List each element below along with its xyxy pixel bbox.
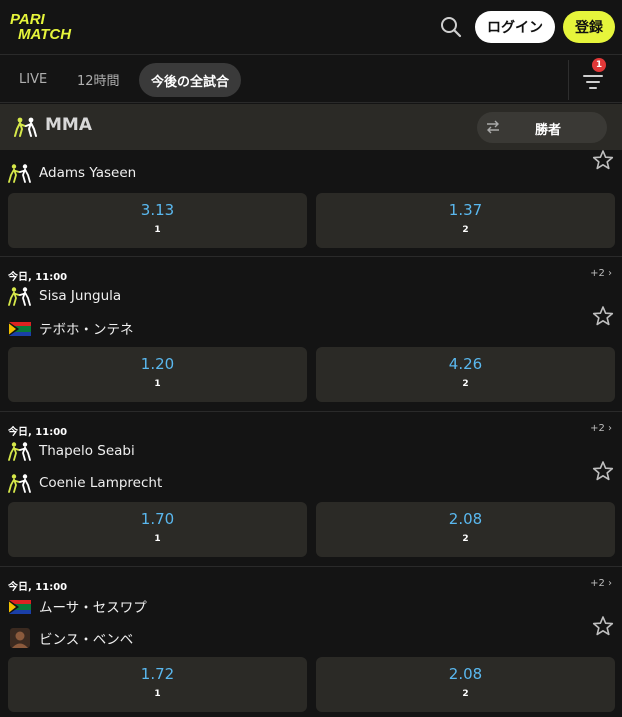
team-name: Sisa Jungula bbox=[39, 288, 122, 304]
team-name: Thapelo Seabi bbox=[39, 443, 135, 459]
top-header: PARI MATCH ログイン 登録 bbox=[0, 0, 622, 55]
register-button[interactable]: 登録 bbox=[563, 11, 615, 43]
fighter-avatar-icon bbox=[8, 628, 32, 648]
market-selector[interactable]: 勝者 bbox=[477, 112, 607, 143]
odds-outcome-label: 2 bbox=[462, 689, 469, 699]
fighters-icon bbox=[8, 286, 32, 306]
odds-button-2[interactable]: 1.37 2 bbox=[316, 193, 615, 248]
team-name: ムーサ・セスワプ bbox=[39, 600, 147, 616]
team-name: ビンス・ベンベ bbox=[39, 632, 134, 648]
south-africa-flag-icon bbox=[8, 318, 32, 338]
odds-button-1[interactable]: 3.13 1 bbox=[8, 193, 307, 248]
odds-button-2[interactable]: 2.08 2 bbox=[316, 502, 615, 557]
odds-button-1[interactable]: 1.72 1 bbox=[8, 657, 307, 712]
odds-outcome-label: 1 bbox=[154, 379, 161, 389]
south-africa-flag-icon bbox=[8, 596, 32, 616]
favorite-star-icon[interactable] bbox=[592, 460, 614, 482]
odds-outcome-label: 1 bbox=[154, 689, 161, 699]
filter-count-badge: 1 bbox=[592, 58, 606, 72]
event-time: 今日, 11:00 bbox=[8, 272, 68, 283]
tab-12-hours[interactable]: 12時間 bbox=[77, 56, 120, 103]
odds-value: 1.37 bbox=[448, 201, 483, 219]
odds-button-2[interactable]: 2.08 2 bbox=[316, 657, 615, 712]
odds-outcome-label: 2 bbox=[462, 379, 469, 389]
tab-live[interactable]: LIVE bbox=[19, 56, 47, 103]
team-name: Adams Yaseen bbox=[39, 165, 137, 181]
odds-value: 3.13 bbox=[140, 201, 175, 219]
odds-button-1[interactable]: 1.20 1 bbox=[8, 347, 307, 402]
odds-outcome-label: 1 bbox=[154, 534, 161, 544]
favorite-star-icon[interactable] bbox=[592, 615, 614, 637]
odds-outcome-label: 2 bbox=[462, 225, 469, 235]
tab-all-upcoming[interactable]: 今後の全試合 bbox=[139, 63, 242, 97]
odds-outcome-label: 1 bbox=[154, 225, 161, 235]
team-row: テボホ・ンテネ bbox=[8, 318, 134, 338]
odds-value: 1.20 bbox=[140, 355, 175, 373]
favorite-star-icon[interactable] bbox=[592, 149, 614, 171]
team-row: Sisa Jungula bbox=[8, 286, 121, 306]
mma-fighters-icon bbox=[14, 117, 37, 137]
team-row: Coenie Lamprecht bbox=[8, 473, 162, 493]
odds-value: 2.08 bbox=[448, 665, 483, 683]
event-card: 今日, 11:00 +2 › Thapelo Seabi Coenie Lamp… bbox=[0, 413, 622, 567]
odds-button-1[interactable]: 1.70 1 bbox=[8, 502, 307, 557]
event-card: 今日, 11:00 +2 › ムーサ・セスワプ ビンス・ベンベ 1.72 1 2… bbox=[0, 568, 622, 717]
login-button[interactable]: ログイン bbox=[475, 11, 555, 43]
logo-text-line2: MATCH bbox=[18, 26, 72, 42]
odds-value: 1.70 bbox=[140, 510, 175, 528]
team-row: ビンス・ベンベ bbox=[8, 628, 133, 648]
more-markets-link[interactable]: +2 › bbox=[590, 423, 612, 434]
team-row: Adams Yaseen bbox=[8, 163, 136, 183]
odds-value: 2.08 bbox=[448, 510, 483, 528]
sport-section-header: MMA 勝者 bbox=[0, 104, 622, 150]
event-card: 今日, 11:00 +2 › Sisa Jungula テボホ・ンテネ 1.20… bbox=[0, 258, 622, 412]
fighters-icon bbox=[8, 473, 32, 493]
search-icon[interactable] bbox=[438, 14, 464, 40]
fighters-icon bbox=[8, 163, 32, 183]
odds-outcome-label: 2 bbox=[462, 534, 469, 544]
team-row: ムーサ・セスワプ bbox=[8, 596, 147, 616]
swap-icon bbox=[487, 120, 499, 134]
team-row: Thapelo Seabi bbox=[8, 441, 135, 461]
event-card: Adams Yaseen 3.13 1 1.37 2 bbox=[0, 151, 622, 257]
event-time: 今日, 11:00 bbox=[8, 427, 68, 438]
odds-button-2[interactable]: 4.26 2 bbox=[316, 347, 615, 402]
odds-value: 1.72 bbox=[140, 665, 175, 683]
market-selector-label: 勝者 bbox=[535, 123, 562, 138]
parimatch-logo[interactable]: PARI MATCH bbox=[8, 10, 100, 42]
sport-title: MMA bbox=[45, 115, 92, 135]
time-filter-tabs: LIVE 12時間 今後の全試合 bbox=[0, 56, 622, 103]
team-name: Coenie Lamprecht bbox=[39, 475, 163, 491]
favorite-star-icon[interactable] bbox=[592, 305, 614, 327]
event-time: 今日, 11:00 bbox=[8, 582, 68, 593]
filter-divider bbox=[568, 60, 569, 100]
fighters-icon bbox=[8, 441, 32, 461]
more-markets-link[interactable]: +2 › bbox=[590, 578, 612, 589]
more-markets-link[interactable]: +2 › bbox=[590, 268, 612, 279]
odds-value: 4.26 bbox=[448, 355, 483, 373]
team-name: テボホ・ンテネ bbox=[39, 322, 134, 338]
